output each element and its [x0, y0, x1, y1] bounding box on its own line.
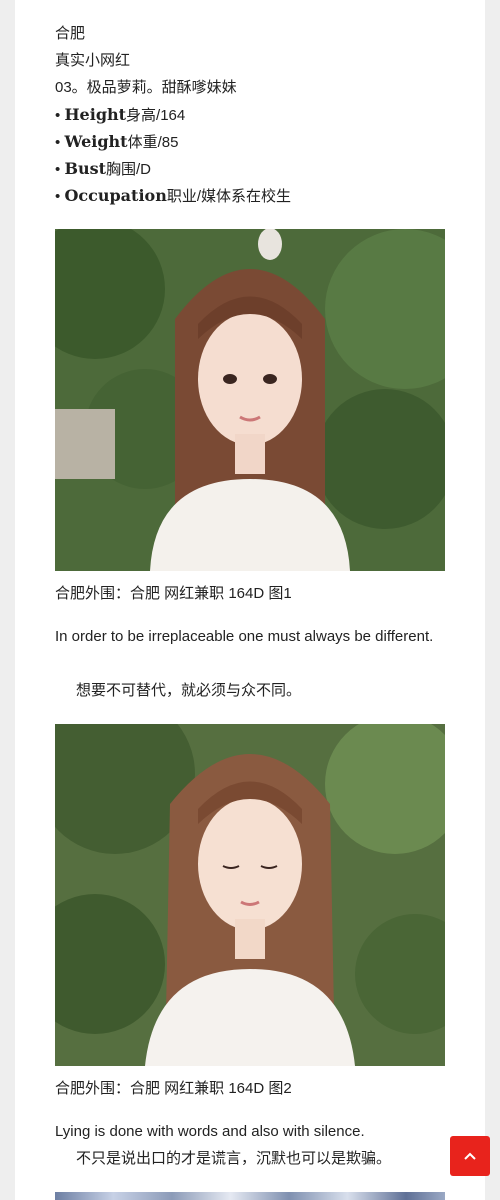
chevron-up-icon: [464, 1152, 476, 1160]
stat-value: 体重/85: [127, 134, 179, 151]
stat-label: Bust: [64, 159, 106, 178]
post-caption-1: 合肥外围：合肥 网红兼职 164D 图1: [55, 585, 292, 602]
intro-headline: 03。极品萝莉。甜酥嗲妹妹: [55, 79, 237, 96]
post-photo-2: [55, 724, 445, 1066]
stat-bullet: •: [55, 134, 61, 151]
stat-label: Occupation: [64, 186, 167, 205]
back-to-top-button[interactable]: [450, 1136, 490, 1176]
stat-bullet: •: [55, 161, 61, 178]
post-photo-1: [55, 229, 445, 571]
post-caption-2: 合肥外围：合肥 网红兼职 164D 图2: [55, 1080, 292, 1097]
stat-bust: • Bust胸围/D: [55, 155, 151, 183]
stat-weight: • Weight体重/85: [55, 128, 178, 156]
article-card: 合肥 真实小网红 03。极品萝莉。甜酥嗲妹妹 • Height身高/164 • …: [15, 0, 485, 1200]
stat-value: 胸围/D: [106, 161, 152, 178]
stat-height: • Height身高/164: [55, 101, 185, 129]
stat-label: Weight: [64, 132, 128, 151]
stat-label: Height: [64, 105, 127, 124]
stat-bullet: •: [55, 107, 61, 124]
quote-en-2: Lying is done with words and also with s…: [55, 1123, 365, 1140]
intro-subtitle: 真实小网红: [55, 52, 131, 69]
quote-zh-2: 不只是说出口的才是谎言，沉默也可以是欺骗。: [76, 1150, 392, 1167]
intro-city: 合肥: [55, 25, 86, 42]
stat-occupation: • Occupation职业/媒体系在校生: [55, 182, 291, 210]
stat-value: 职业/媒体系在校生: [166, 188, 291, 205]
stat-bullet: •: [55, 188, 61, 205]
stat-value: 身高/164: [126, 107, 186, 124]
quote-en-1: In order to be irreplaceable one must al…: [55, 628, 434, 645]
post-photo-3-partial: [55, 1192, 445, 1200]
quote-zh-1: 想要不可替代，就必须与众不同。: [76, 682, 302, 699]
